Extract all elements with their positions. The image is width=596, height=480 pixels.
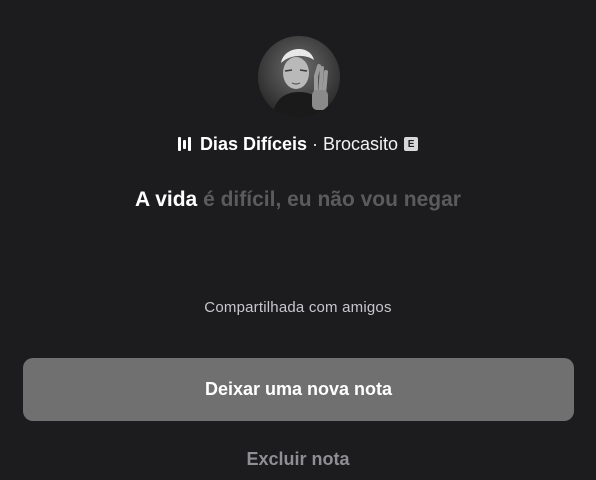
equalizer-bars-icon (177, 137, 191, 151)
avatar[interactable] (258, 36, 340, 118)
new-note-button[interactable]: Deixar uma nova nota (23, 358, 574, 421)
lyric-active-text: A vida (135, 188, 198, 211)
lyric-upcoming-text: é difícil, eu não vou negar (203, 188, 461, 211)
lyric-line: A vida é difícil, eu não vou negar (0, 188, 596, 218)
artist-name: Brocasito (323, 133, 399, 154)
track-info[interactable]: Dias Difíceis · Brocasito E (0, 131, 596, 157)
delete-note-button[interactable]: Excluir nota (0, 449, 596, 470)
explicit-badge: E (404, 137, 419, 151)
share-status: Compartilhada com amigos (204, 299, 392, 316)
profile-photo (258, 36, 340, 118)
separator-dot: · (312, 133, 318, 154)
track-title: Dias Difíceis (199, 133, 307, 154)
